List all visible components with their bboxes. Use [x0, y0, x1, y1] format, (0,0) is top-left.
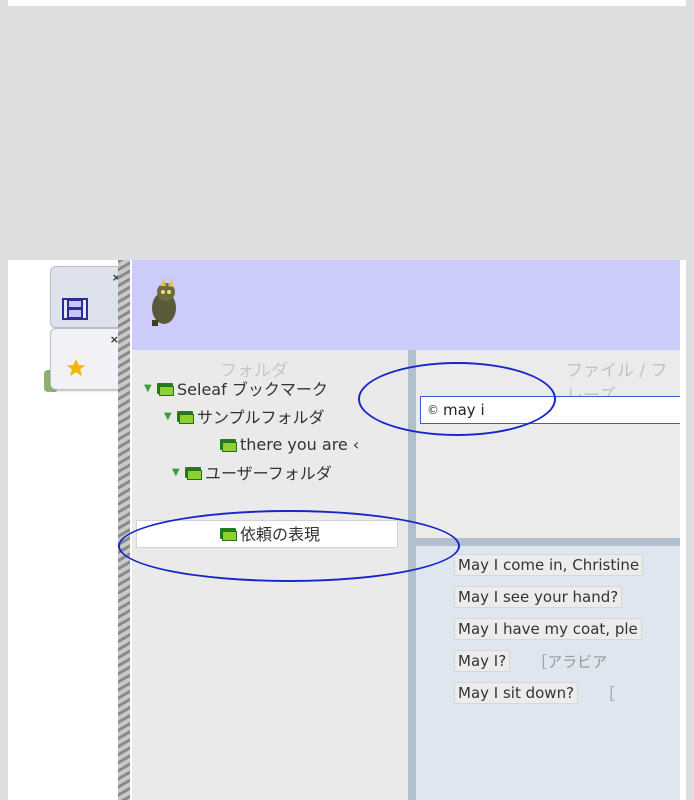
star-tab[interactable]: × [50, 328, 126, 390]
owl-logo-icon [152, 278, 176, 326]
tree-node-label: サンプルフォルダ [197, 408, 325, 427]
frame-border-right [686, 0, 694, 800]
result-english: May I have my coat, ple [454, 618, 642, 640]
toolbar [132, 260, 680, 350]
expand-caret-icon[interactable]: ▼ [164, 411, 174, 422]
tree-node-sample-folder[interactable]: ▼ サンプルフォルダ [164, 404, 325, 428]
tree-node-label: ユーザーフォルダ [205, 464, 332, 483]
blank-area [8, 6, 686, 260]
film-tab[interactable]: × [50, 266, 128, 328]
folder-pane-title: フォルダ [220, 361, 288, 381]
result-english: May I? [454, 650, 511, 672]
folder-open-icon [185, 466, 202, 480]
result-translation: ［ [600, 684, 616, 703]
results-list: May I come in, Christine May I see your … [416, 546, 680, 800]
result-item[interactable]: May I come in, Christine [454, 554, 665, 576]
folder-open-icon [157, 382, 174, 396]
tree-node-seleaf-bookmark[interactable]: ▼ Seleaf ブックマーク [144, 376, 328, 400]
highlight-ellipse-search [358, 362, 556, 436]
result-english: May I see your hand? [454, 586, 623, 608]
result-translation: ［アラビア [532, 652, 608, 671]
tree-node-label: Seleaf ブックマーク [177, 380, 328, 399]
highlight-ellipse-folder [118, 510, 460, 582]
phrase-pane-title: ファイル / フレーズ [566, 361, 668, 406]
film-icon [62, 298, 88, 320]
tree-node-user-folder[interactable]: ▼ ユーザーフォルダ [172, 460, 332, 484]
result-item[interactable]: May I? ［アラビア [454, 650, 607, 672]
tree-node-label: there you are ‹ [240, 434, 360, 454]
result-item[interactable]: May I see your hand? [454, 586, 644, 608]
frame-border-left [0, 0, 8, 800]
wavy-divider [118, 260, 130, 800]
result-item[interactable]: May I have my coat, ple [454, 618, 664, 640]
result-english: May I come in, Christine [454, 554, 644, 576]
expand-caret-icon[interactable]: ▼ [172, 467, 182, 478]
expand-caret-icon[interactable]: ▼ [144, 383, 154, 394]
result-item[interactable]: May I sit down? ［ [454, 682, 615, 704]
result-english: May I sit down? [454, 682, 579, 704]
folder-open-icon [177, 410, 194, 424]
star-icon [66, 358, 86, 377]
tree-node-there-you-are[interactable]: there you are ‹ [220, 432, 359, 456]
folder-icon [220, 438, 237, 452]
